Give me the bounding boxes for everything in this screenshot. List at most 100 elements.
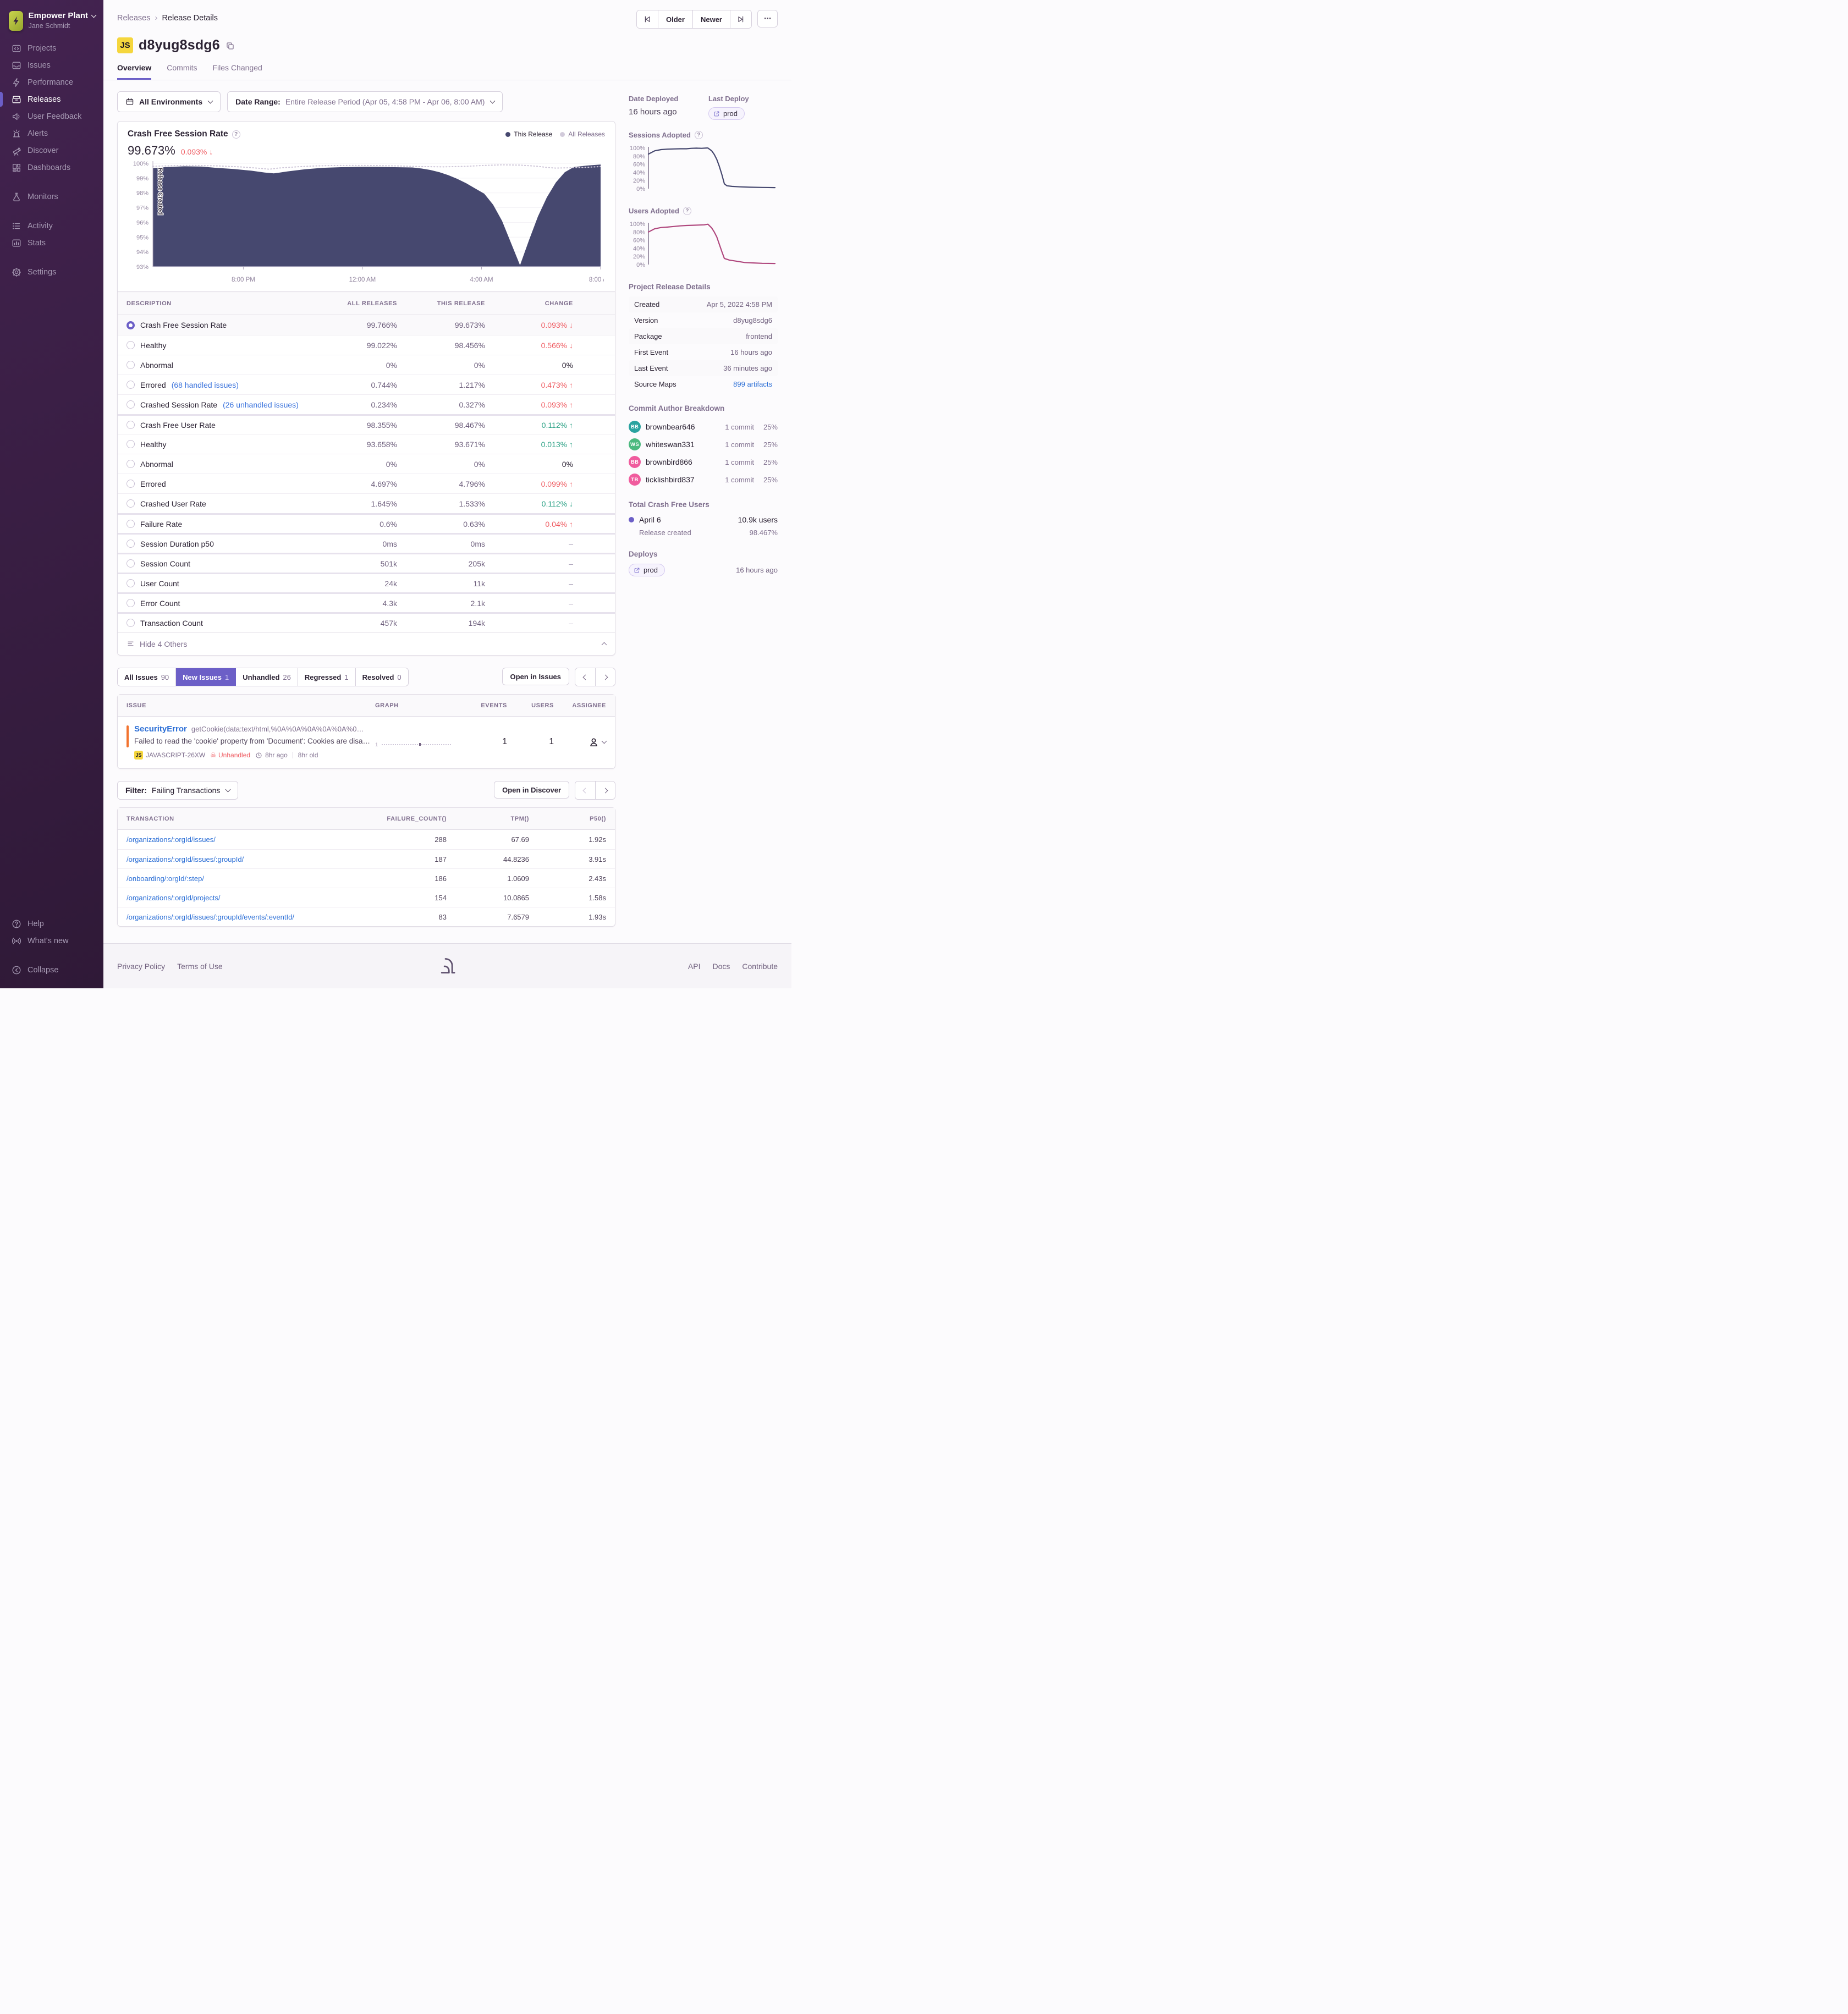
legend-this-release[interactable]: This Release (505, 130, 552, 138)
metric-radio[interactable] (127, 400, 135, 409)
open-in-discover-button[interactable]: Open in Discover (494, 781, 569, 799)
transaction-link[interactable]: /organizations/:orgId/issues/:groupId/ (127, 855, 353, 863)
environment-selector[interactable]: All Environments (117, 91, 221, 112)
metric-radio[interactable] (127, 599, 135, 607)
sidebar-footer-item[interactable]: What's new (0, 932, 103, 949)
prev-page-button[interactable] (575, 668, 595, 686)
issue-row[interactable]: SecurityError getCookie(data:text/html,%… (118, 717, 615, 768)
legend-all-releases[interactable]: All Releases (560, 130, 605, 138)
issue-type-link[interactable]: SecurityError (134, 724, 187, 734)
metric-row[interactable]: Healthy 93.658% 93.671% 0.013% ↑ (118, 434, 615, 454)
metric-row[interactable]: Errored 4.697% 4.796% 0.099% ↑ (118, 474, 615, 493)
metric-radio[interactable] (127, 321, 135, 329)
open-in-issues-button[interactable]: Open in Issues (502, 668, 569, 685)
metric-row[interactable]: Session Count 501k 205k – (118, 553, 615, 573)
issue-tab[interactable]: Regressed 1 (298, 668, 356, 686)
transaction-row[interactable]: /organizations/:orgId/issues/:groupId/ev… (118, 907, 615, 926)
transaction-row[interactable]: /organizations/:orgId/projects/ 154 10.0… (118, 888, 615, 907)
next-page-button[interactable] (595, 782, 615, 799)
sidebar-item[interactable]: Releases (0, 91, 103, 108)
metric-issues-link[interactable]: (68 handled issues) (172, 381, 239, 389)
help-icon[interactable]: ? (232, 130, 240, 139)
metric-row[interactable]: Session Duration p50 0ms 0ms – (118, 533, 615, 553)
metric-row[interactable]: Errored (68 handled issues) 0.744% 1.217… (118, 375, 615, 394)
metric-row[interactable]: User Count 24k 11k – (118, 573, 615, 592)
footer-link[interactable]: Contribute (742, 962, 778, 971)
sidebar-item[interactable]: User Feedback (0, 108, 103, 125)
metric-radio[interactable] (127, 559, 135, 568)
assignee-dropdown[interactable] (554, 737, 607, 747)
next-page-button[interactable] (595, 668, 615, 686)
more-actions-button[interactable]: ⋯ (757, 10, 778, 27)
sidebar-item[interactable]: Activity (0, 217, 103, 234)
issue-tab[interactable]: New Issues 1 (176, 668, 237, 686)
metric-row[interactable]: Abnormal 0% 0% 0% (118, 454, 615, 474)
metric-radio[interactable] (127, 540, 135, 548)
transaction-link[interactable]: /organizations/:orgId/issues/:groupId/ev… (127, 913, 353, 921)
metric-radio[interactable] (127, 619, 135, 627)
metric-row[interactable]: Transaction Count 457k 194k – (118, 612, 615, 632)
metric-radio[interactable] (127, 421, 135, 429)
sidebar-footer-item[interactable]: Help (0, 915, 103, 932)
footer-link[interactable]: Privacy Policy (117, 962, 165, 971)
sidebar-item[interactable]: Monitors (0, 188, 103, 205)
prev-page-button[interactable] (575, 782, 595, 799)
metric-radio[interactable] (127, 381, 135, 389)
crash-free-session-chart[interactable]: 100% 99% 98% 97% 96% 95% 94% 93% 8:00 PM 12:00 AM… (128, 158, 612, 290)
prod-deploy-pill[interactable]: prod (708, 107, 745, 120)
metric-row[interactable]: Failure Rate 0.6% 0.63% 0.04% ↑ (118, 513, 615, 533)
issue-tab[interactable]: Resolved 0 (355, 668, 408, 686)
sidebar-item[interactable]: Projects (0, 40, 103, 57)
date-range-selector[interactable]: Date Range: Entire Release Period (Apr 0… (227, 91, 503, 112)
footer-link[interactable]: API (688, 962, 701, 971)
metric-row[interactable]: Crashed User Rate 1.645% 1.533% 0.112% ↓ (118, 493, 615, 513)
older-button[interactable]: Older (658, 10, 692, 28)
sidebar-item[interactable]: Stats (0, 234, 103, 251)
metric-radio[interactable] (127, 341, 135, 349)
prod-deploy-pill[interactable]: prod (629, 564, 666, 576)
metric-row[interactable]: Crash Free Session Rate 99.766% 99.673% … (118, 315, 615, 335)
issue-tab[interactable]: All Issues 90 (118, 668, 177, 686)
help-icon[interactable]: ? (683, 207, 691, 215)
metric-radio[interactable] (127, 361, 135, 369)
sidebar-item[interactable]: Alerts (0, 125, 103, 142)
metric-radio[interactable] (127, 460, 135, 468)
metric-issues-link[interactable]: (26 unhandled issues) (223, 400, 299, 409)
sidebar-item[interactable]: Settings (0, 263, 103, 280)
help-icon[interactable]: ? (694, 131, 703, 139)
metric-radio[interactable] (127, 579, 135, 587)
sidebar-footer-item[interactable]: Collapse (0, 961, 103, 978)
transaction-row[interactable]: /onboarding/:orgId/:step/ 186 1.0609 2.4… (118, 868, 615, 888)
tab[interactable]: Files Changed 11 (213, 63, 262, 80)
skip-to-oldest-button[interactable] (637, 10, 658, 28)
metric-row[interactable]: Healthy 99.022% 98.456% 0.566% ↓ (118, 335, 615, 355)
sidebar-item[interactable]: Issues (0, 57, 103, 74)
issue-tab[interactable]: Unhandled 26 (236, 668, 298, 686)
footer-link[interactable]: Docs (713, 962, 730, 971)
metric-row[interactable]: Error Count 4.3k 2.1k – (118, 592, 615, 612)
sidebar-item[interactable]: Dashboards (0, 159, 103, 176)
metric-row[interactable]: Crash Free User Rate 98.355% 98.467% 0.1… (118, 414, 615, 434)
metric-radio[interactable] (127, 499, 135, 508)
sidebar-item[interactable]: Discover (0, 142, 103, 159)
metric-row[interactable]: Abnormal 0% 0% 0% (118, 355, 615, 375)
transaction-filter[interactable]: Filter: Failing Transactions (117, 781, 239, 800)
metric-radio[interactable] (127, 480, 135, 488)
transaction-link[interactable]: /organizations/:orgId/issues/ (127, 835, 353, 844)
newer-button[interactable]: Newer (692, 10, 730, 28)
tab[interactable]: Commits 4 (167, 63, 197, 80)
sidebar-item[interactable]: Performance (0, 74, 103, 91)
transaction-link[interactable]: /organizations/:orgId/projects/ (127, 894, 353, 902)
tab[interactable]: Overview (117, 63, 152, 80)
transaction-link[interactable]: /onboarding/:orgId/:step/ (127, 874, 353, 883)
footer-link[interactable]: Terms of Use (177, 962, 222, 971)
hide-others-row[interactable]: Hide 4 Others (118, 632, 615, 655)
breadcrumb-releases[interactable]: Releases (117, 14, 150, 23)
transaction-row[interactable]: /organizations/:orgId/issues/:groupId/ 1… (118, 849, 615, 868)
skip-to-newest-button[interactable] (730, 10, 751, 28)
org-switcher[interactable]: Empower Plant Jane Schmidt (0, 8, 103, 40)
metric-row[interactable]: Crashed Session Rate (26 unhandled issue… (118, 394, 615, 414)
copy-icon[interactable] (226, 41, 235, 52)
metric-radio[interactable] (127, 440, 135, 448)
metric-radio[interactable] (127, 520, 135, 528)
